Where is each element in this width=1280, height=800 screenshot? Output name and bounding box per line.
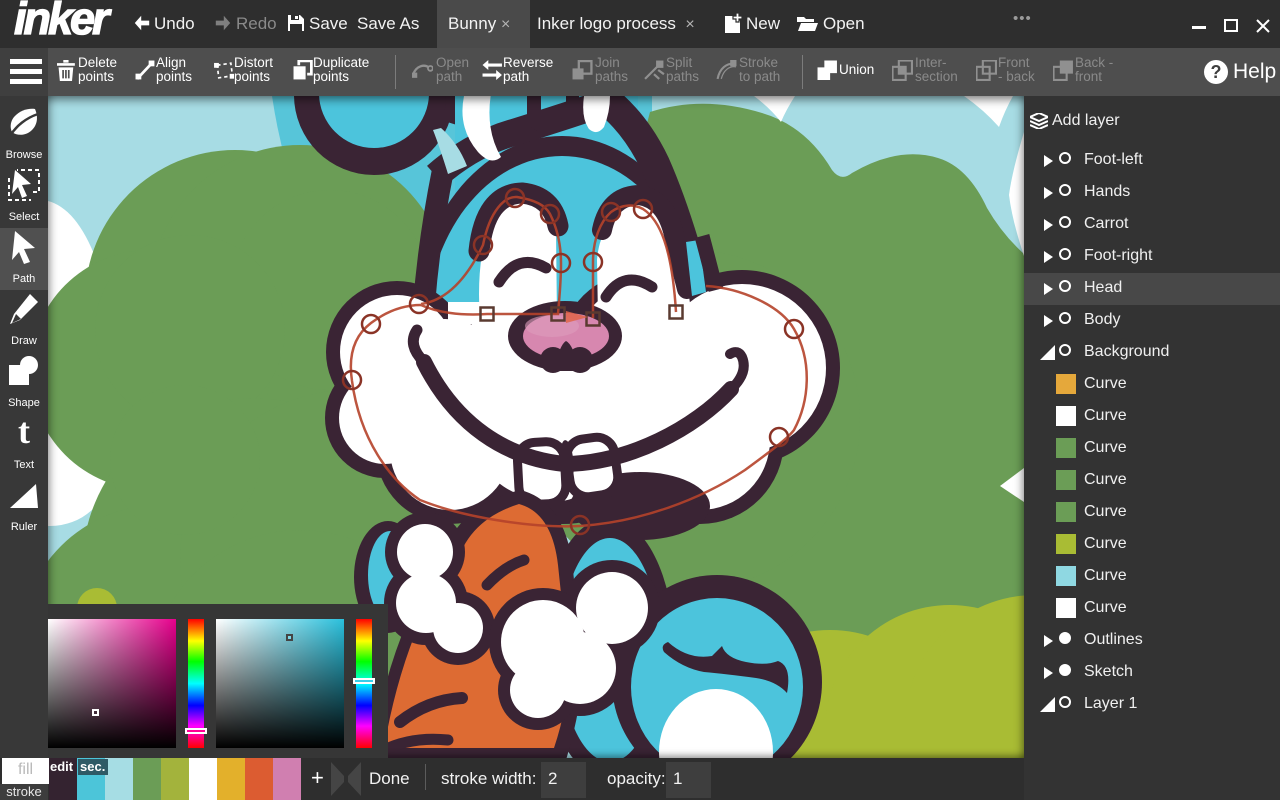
svg-text:?: ? bbox=[1211, 62, 1222, 82]
